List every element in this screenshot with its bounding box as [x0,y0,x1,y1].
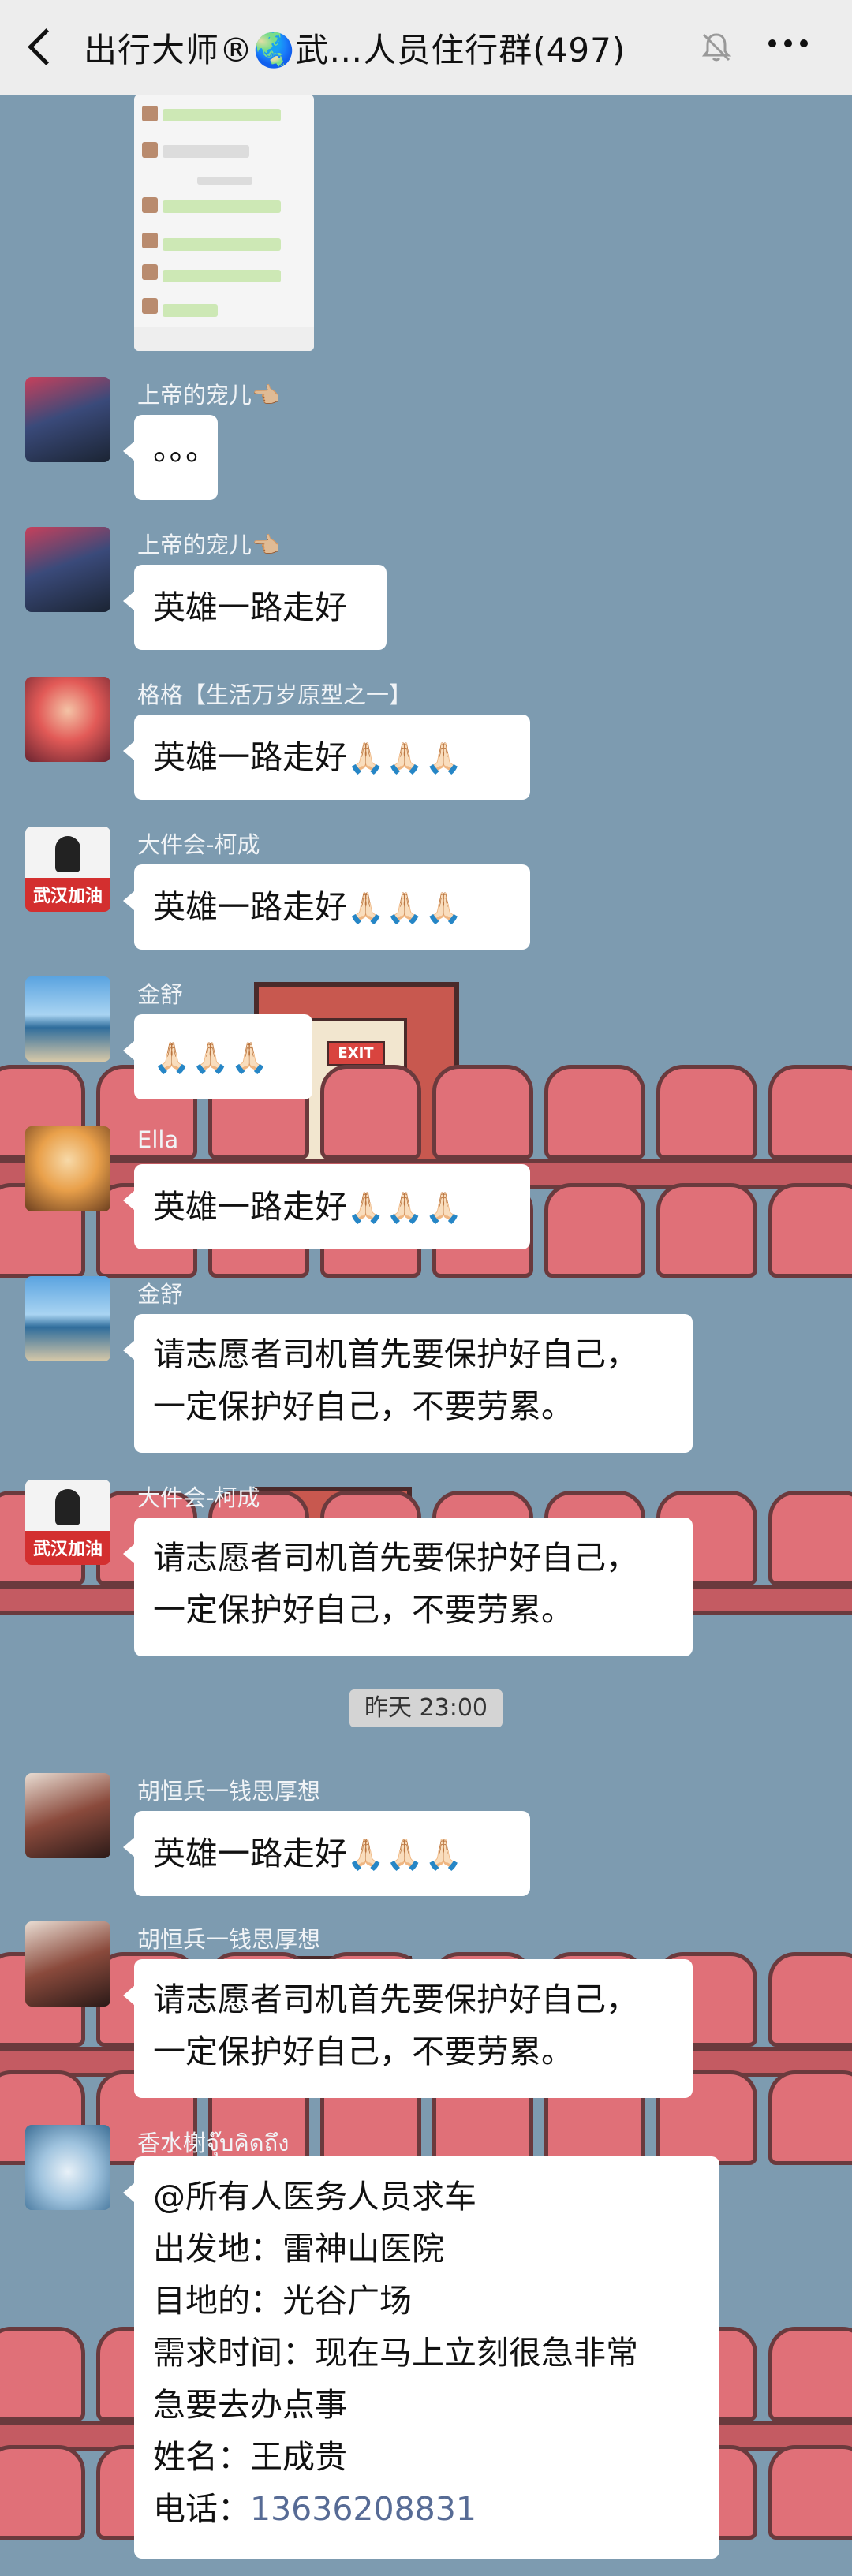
message-bubble[interactable]: 。。。 [123,415,218,500]
sender-name: 上帝的宠儿👈🏼 [137,532,281,558]
avatar[interactable]: 武汉加油 [25,1480,110,1565]
message-text-line: 请志愿者司机首先要保护好自己， [153,1539,638,1577]
message-text-line: @所有人医务人员求车 [153,2178,476,2216]
message-text: 。。。 [153,430,218,468]
message-text-line: 急要去办点事 [153,2386,347,2424]
message-text-line: 请志愿者司机首先要保护好自己， [153,1981,638,2018]
message-text-line: 姓名：王成贵 [153,2438,347,2476]
praying-hands-emoji: 🙏🏻🙏🏻🙏🏻 [347,1837,464,1872]
sender-name: 金舒 [137,1281,184,1308]
message-text: 英雄一路走好 [153,738,347,776]
avatar-caption: 武汉加油 [32,887,103,906]
message-text: 英雄一路走好 [153,888,347,926]
message-text-line: 目地的：光谷广场 [153,2282,412,2320]
chat-header: 出行大师®🌏武…人员住行群(497) [0,0,852,95]
mute-bell-icon [701,33,731,62]
sender-name: 胡恒兵一钱思厚想 [137,1778,321,1805]
message-text-line: 一定保护好自己，不要劳累。 [153,1591,574,1629]
message-text: 英雄一路走好 [153,588,347,626]
message-bubble[interactable]: 🙏🏻🙏🏻🙏🏻 [123,1014,312,1099]
avatar[interactable]: 武汉加油 [25,827,110,912]
sender-name: 上帝的宠儿👈🏼 [137,382,281,409]
message-bubble[interactable]: 请志愿者司机首先要保护好自己， 一定保护好自己，不要劳累。 [123,1314,693,1453]
avatar[interactable] [25,1276,110,1361]
sender-name: 胡恒兵一钱思厚想 [137,1926,321,1953]
sender-name: 格格【生活万岁原型之一】 [137,681,413,708]
avatar[interactable] [25,377,110,462]
avatar[interactable] [25,1773,110,1858]
message-bubble[interactable]: 请志愿者司机首先要保护好自己， 一定保护好自己，不要劳累。 [123,1959,693,2098]
message-text-line: 出发地：雷神山医院 [153,2230,444,2268]
sender-name: 金舒 [137,981,184,1008]
message-bubble[interactable]: 请志愿者司机首先要保护好自己， 一定保护好自己，不要劳累。 [123,1518,693,1656]
wallpaper-exit-sign: EXIT [327,1041,385,1066]
shared-image-message[interactable] [134,95,314,351]
message-text-line: 一定保护好自己，不要劳累。 [153,2033,574,2070]
praying-hands-emoji: 🙏🏻🙏🏻🙏🏻 [153,1040,270,1075]
chat-title[interactable]: 出行大师®🌏武…人员住行群(497) [84,24,626,72]
more-options-icon[interactable] [768,39,808,47]
message-bubble[interactable]: 英雄一路走好 [123,565,387,650]
avatar[interactable] [25,1921,110,2007]
back-arrow-icon[interactable] [22,28,62,67]
message-text: 英雄一路走好 [153,1188,347,1226]
sender-name: 大件会-柯成 [137,831,260,858]
avatar[interactable] [25,677,110,762]
avatar-caption: 武汉加油 [32,1540,103,1559]
time-divider: 昨天 23:00 [349,1689,503,1727]
sender-name: 大件会-柯成 [137,1484,260,1511]
sender-name: Ella [137,1126,179,1153]
message-text-line: 电话：13636208831 [153,2483,701,2535]
phone-number-link[interactable]: 13636208831 [250,2490,476,2528]
message-text-line: 一定保护好自己，不要劳累。 [153,1387,574,1425]
message-bubble[interactable]: 英雄一路走好🙏🏻🙏🏻🙏🏻 [123,1164,530,1249]
message-bubble[interactable]: 英雄一路走好🙏🏻🙏🏻🙏🏻 [123,1811,530,1896]
message-bubble[interactable]: 英雄一路走好🙏🏻🙏🏻🙏🏻 [123,715,530,800]
avatar[interactable] [25,527,110,612]
praying-hands-emoji: 🙏🏻🙏🏻🙏🏻 [347,1190,464,1225]
message-text: 英雄一路走好 [153,1835,347,1872]
message-bubble[interactable]: @所有人医务人员求车 出发地：雷神山医院 目地的：光谷广场 需求时间：现在马上立… [123,2156,719,2559]
message-bubble[interactable]: 英雄一路走好🙏🏻🙏🏻🙏🏻 [123,864,530,950]
phone-label: 电话： [153,2490,250,2528]
avatar[interactable] [25,2125,110,2210]
avatar[interactable] [25,976,110,1062]
avatar[interactable] [25,1126,110,1211]
praying-hands-emoji: 🙏🏻🙏🏻🙏🏻 [347,741,464,775]
praying-hands-emoji: 🙏🏻🙏🏻🙏🏻 [347,890,464,925]
message-text-line: 请志愿者司机首先要保护好自己， [153,1335,638,1373]
message-text-line: 需求时间：现在马上立刻很急非常 [153,2334,638,2372]
